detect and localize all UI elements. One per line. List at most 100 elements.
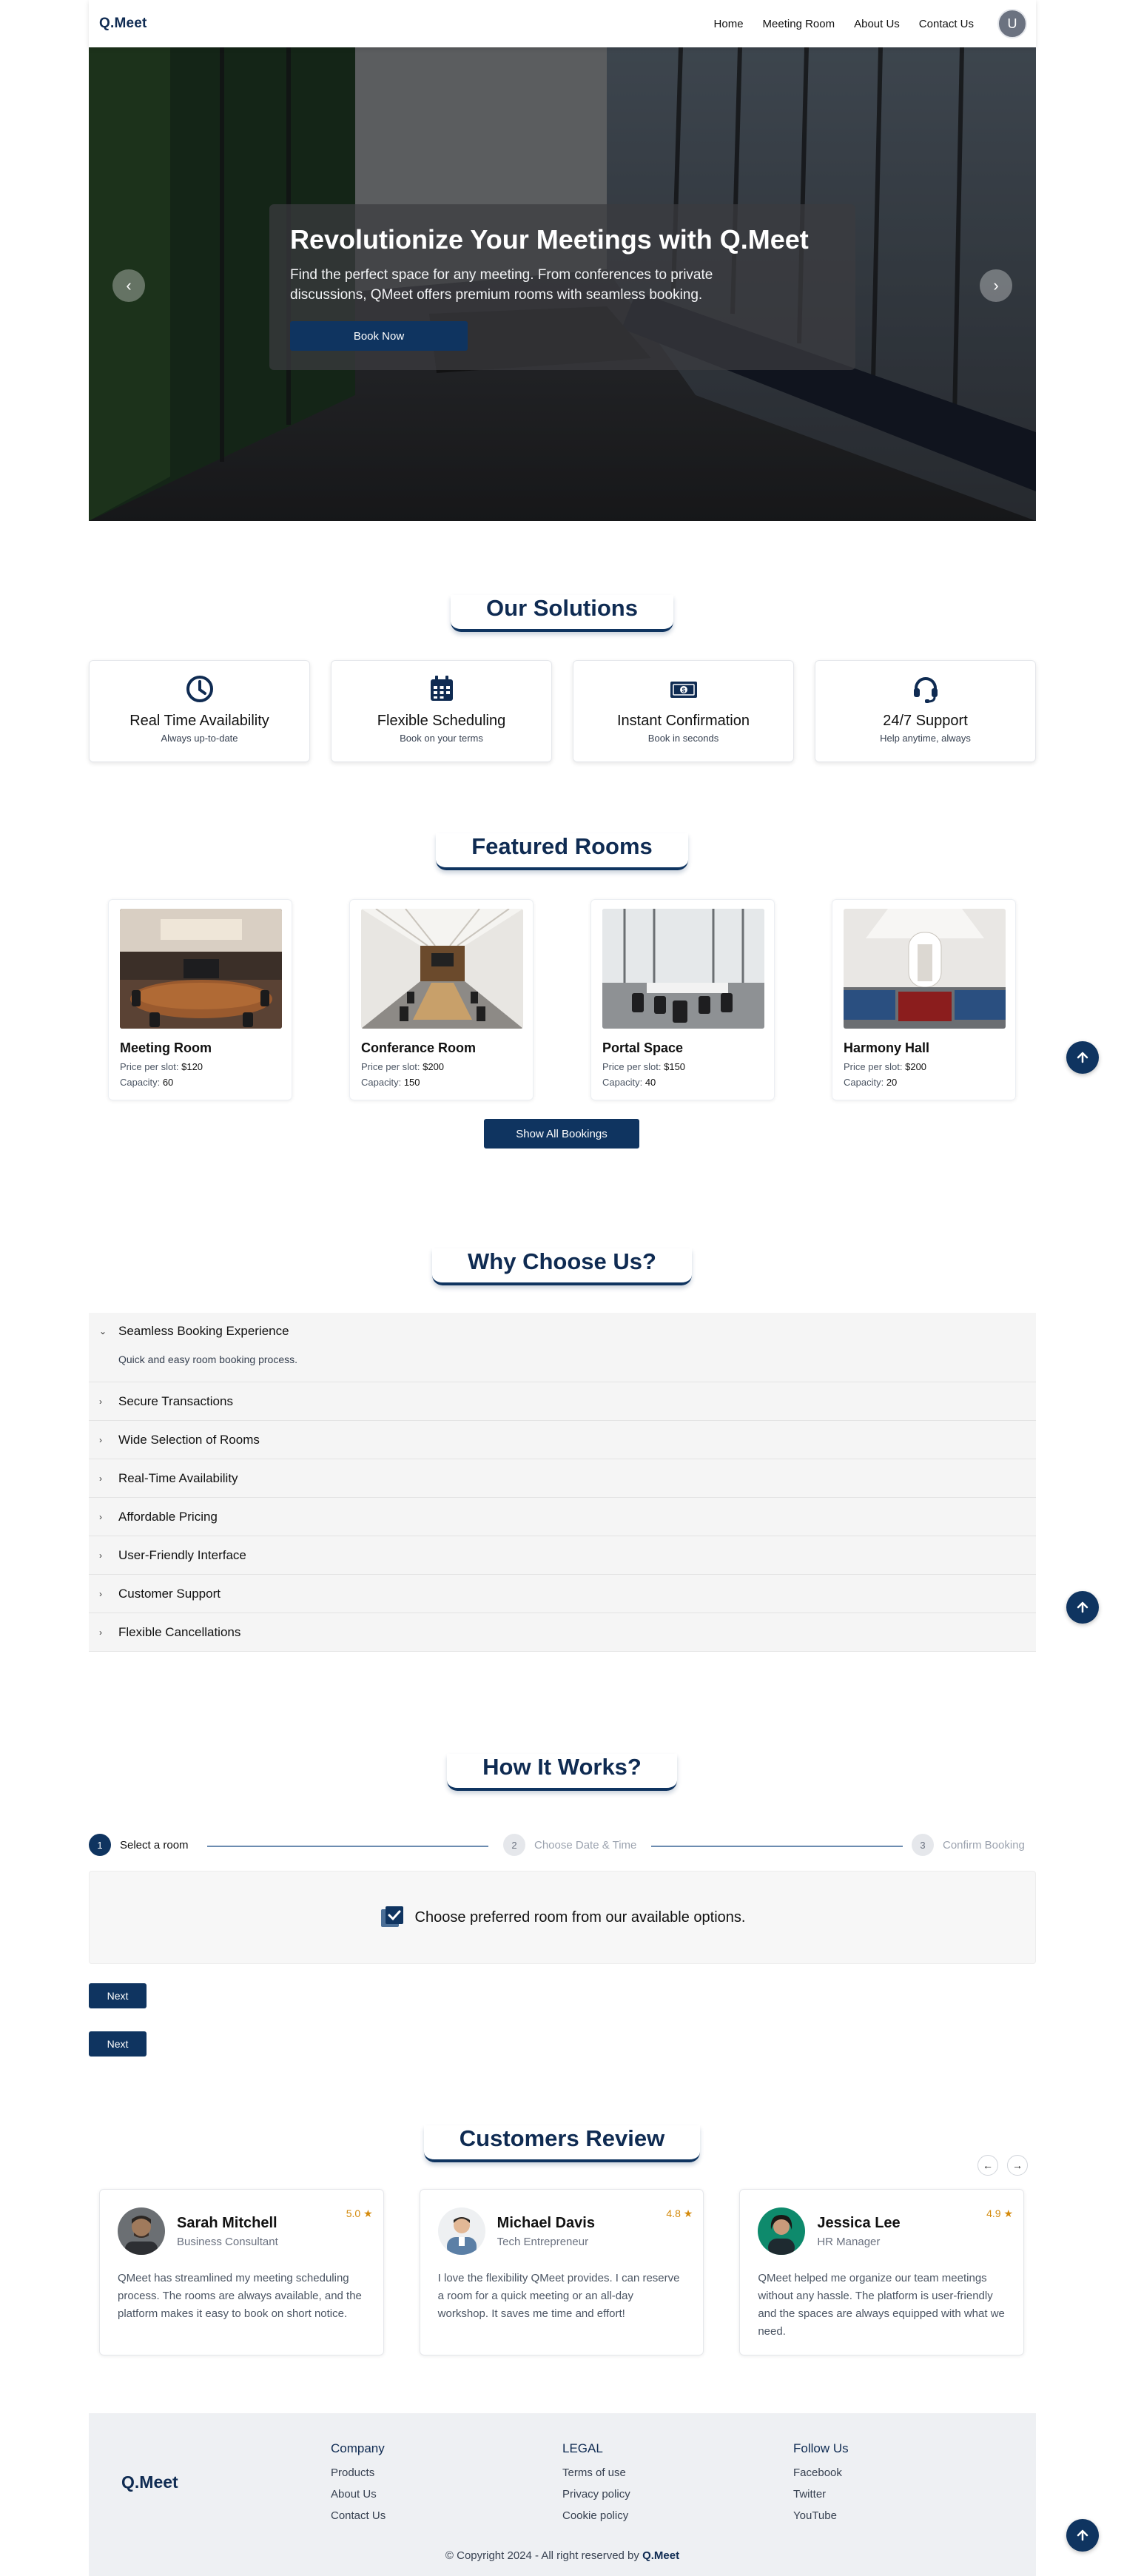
arrow-left-icon: ←: [983, 2159, 993, 2171]
footer-link[interactable]: Contact Us: [331, 2509, 386, 2522]
room-image: [361, 909, 523, 1029]
capacity-label: Capacity:: [361, 1077, 402, 1088]
reviewer-avatar: [437, 2207, 485, 2255]
solution-subtitle: Book on your terms: [400, 733, 483, 744]
rooms-title: Featured Rooms: [436, 833, 688, 870]
solution-title: 24/7 Support: [883, 713, 968, 729]
footer-link[interactable]: Privacy policy: [562, 2488, 630, 2501]
chevron-right-icon: ›: [99, 1396, 102, 1407]
reviewer-role: Tech Entrepreneur: [497, 2235, 589, 2248]
arrow-right-icon: →: [1012, 2159, 1023, 2171]
footer-link[interactable]: Cookie policy: [562, 2509, 630, 2522]
show-all-bookings-button[interactable]: Show All Bookings: [484, 1119, 639, 1149]
rating-value: 4.8: [666, 2207, 681, 2219]
star-icon: ★: [363, 2207, 373, 2219]
next-button[interactable]: Next: [89, 1983, 147, 2008]
reviewer-name: Sarah Mitchell: [177, 2214, 277, 2231]
review-rating: 4.8 ★: [666, 2207, 693, 2220]
chevron-right-icon: ›: [99, 1627, 102, 1638]
nav-meeting-room[interactable]: Meeting Room: [763, 18, 835, 30]
accordion-item[interactable]: › User-Friendly Interface: [89, 1536, 1036, 1575]
accordion-item[interactable]: › Flexible Cancellations: [89, 1613, 1036, 1652]
capacity-value: 20: [886, 1077, 898, 1088]
calendar-icon: [430, 676, 453, 701]
chevron-right-icon: ›: [99, 1550, 102, 1561]
accordion-label: Seamless Booking Experience: [118, 1324, 289, 1338]
scroll-top-button[interactable]: [1066, 1041, 1099, 1074]
footer-logo[interactable]: Q.Meet: [121, 2472, 178, 2492]
footer-link[interactable]: Facebook: [793, 2466, 849, 2479]
footer-link[interactable]: YouTube: [793, 2509, 849, 2522]
step-content: Choose preferred room from our available…: [89, 1871, 1036, 1964]
chevron-right-icon: ›: [993, 276, 999, 295]
footer-legal: LEGAL Terms of use Privacy policy Cookie…: [562, 2441, 630, 2531]
nav-home[interactable]: Home: [714, 18, 744, 30]
footer: Q.Meet Company Products About Us Contact…: [89, 2413, 1036, 2576]
rating-value: 4.9: [986, 2207, 1001, 2219]
book-now-button[interactable]: Book Now: [290, 321, 468, 351]
hero-carousel: Revolutionize Your Meetings with Q.Meet …: [89, 47, 1036, 521]
footer-link[interactable]: Twitter: [793, 2488, 849, 2501]
featured-rooms-list: Meeting Room Price per slot: $120 Capaci…: [108, 899, 1016, 1100]
hero-caption: Revolutionize Your Meetings with Q.Meet …: [269, 204, 855, 370]
footer-link[interactable]: Products: [331, 2466, 386, 2479]
reviewer-name: Jessica Lee: [817, 2214, 901, 2231]
room-card[interactable]: Conferance Room Price per slot: $200 Cap…: [349, 899, 534, 1100]
price-value: $200: [905, 1061, 927, 1072]
capacity-value: 60: [162, 1077, 174, 1088]
logo[interactable]: Q.Meet: [99, 16, 147, 32]
accordion-item[interactable]: › Secure Transactions: [89, 1382, 1036, 1421]
nav-contact-us[interactable]: Contact Us: [919, 18, 974, 30]
room-card[interactable]: Portal Space Price per slot: $150 Capaci…: [590, 899, 775, 1100]
room-card[interactable]: Meeting Room Price per slot: $120 Capaci…: [108, 899, 292, 1100]
chevron-down-icon: ⌄: [99, 1326, 107, 1336]
step-number: 2: [503, 1834, 525, 1856]
step-1[interactable]: 1 Select a room: [89, 1834, 189, 1856]
step-description: Choose preferred room from our available…: [414, 1909, 746, 1926]
reviewer-role: Business Consultant: [177, 2235, 278, 2248]
price-label: Price per slot:: [602, 1061, 662, 1072]
price-label: Price per slot:: [844, 1061, 903, 1072]
step-2[interactable]: 2 Choose Date & Time: [503, 1834, 636, 1856]
reviews-prev-button[interactable]: ←: [977, 2155, 998, 2176]
scroll-top-button[interactable]: [1066, 2519, 1099, 2552]
capacity-value: 150: [403, 1077, 420, 1088]
accordion-item[interactable]: › Customer Support: [89, 1575, 1036, 1613]
price-value: $120: [181, 1061, 203, 1072]
nav-about-us[interactable]: About Us: [854, 18, 900, 30]
solution-title: Instant Confirmation: [617, 713, 750, 729]
accordion-item[interactable]: › Affordable Pricing: [89, 1498, 1036, 1536]
accordion-label: Real-Time Availability: [118, 1470, 238, 1485]
footer-follow: Follow Us Facebook Twitter YouTube: [793, 2441, 849, 2531]
accordion-item[interactable]: › Wide Selection of Rooms: [89, 1421, 1036, 1459]
room-card[interactable]: Harmony Hall Price per slot: $200 Capaci…: [832, 899, 1016, 1100]
room-price: Price per slot: $150: [602, 1062, 763, 1072]
solution-card: Real Time Availability Always up-to-date: [89, 660, 310, 762]
footer-link[interactable]: About Us: [331, 2488, 386, 2501]
reviewer-avatar: [118, 2207, 165, 2255]
chevron-left-icon: ‹: [126, 276, 132, 295]
reviews-next-button[interactable]: →: [1007, 2155, 1028, 2176]
next-button[interactable]: Next: [89, 2031, 147, 2057]
step-connector: [207, 1846, 488, 1847]
step-label: Select a room: [120, 1838, 189, 1852]
solutions-list: Real Time Availability Always up-to-date…: [89, 660, 1036, 762]
why-title: Why Choose Us?: [432, 1248, 692, 1285]
scroll-top-button[interactable]: [1066, 1591, 1099, 1624]
solution-card: $ Instant Confirmation Book in seconds: [573, 660, 794, 762]
room-capacity: Capacity: 150: [361, 1077, 522, 1087]
accordion-item[interactable]: ⌄ Seamless Booking Experience Quick and ea…: [89, 1313, 1036, 1382]
review-card: 5.0 ★ Sarah Mitchell Business Consultant …: [99, 2189, 384, 2355]
footer-link[interactable]: Terms of use: [562, 2466, 630, 2479]
chevron-right-icon: ›: [99, 1473, 102, 1484]
step-3[interactable]: 3 Confirm Booking: [912, 1834, 1025, 1856]
chevron-right-icon: ›: [99, 1511, 102, 1522]
carousel-prev-button[interactable]: ‹: [112, 269, 145, 302]
carousel-next-button[interactable]: ›: [980, 269, 1012, 302]
accordion-item[interactable]: › Real-Time Availability: [89, 1459, 1036, 1498]
room-name: Meeting Room: [120, 1040, 212, 1055]
capacity-value: 40: [645, 1077, 656, 1088]
user-avatar[interactable]: U: [997, 9, 1027, 38]
reviews-heading: Customers Review: [0, 2125, 1124, 2162]
nav-links: Home Meeting Room About Us Contact Us U: [714, 9, 1027, 38]
